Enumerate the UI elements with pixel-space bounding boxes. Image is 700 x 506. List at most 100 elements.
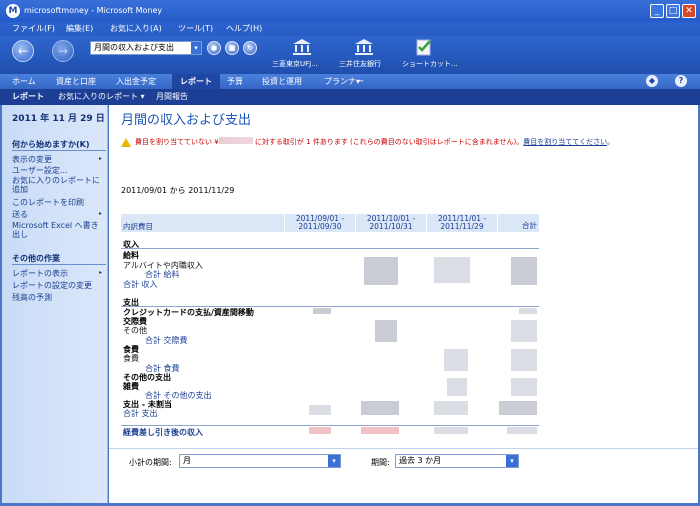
redacted-value (511, 320, 537, 342)
sub-navigation: レポート お気に入りのレポート ▾ 月間報告 (0, 89, 700, 105)
redacted-value (309, 405, 331, 415)
divider (12, 264, 106, 265)
shortcut-mufg[interactable]: 三菱東京UFJ... (272, 59, 318, 69)
subtotal-period-label: 小計の期間: (129, 458, 172, 467)
period-label: 期間: (371, 458, 390, 467)
uncategorized-warning: 費目を割り当てていない ¥ に対する取引が 1 件あります (これらの費目のない… (135, 137, 614, 147)
sidebar-item-show-report[interactable]: レポートの表示 (12, 268, 68, 279)
sidebar-item-forecast[interactable]: 残高の予測 (12, 292, 52, 303)
chevron-down-icon[interactable]: ▾ (506, 455, 518, 467)
go-button[interactable]: ● (207, 41, 221, 55)
warning-icon (121, 138, 131, 147)
redacted-value (434, 401, 468, 415)
shortcut-more[interactable]: ショートカット... (402, 59, 458, 69)
chevron-down-icon[interactable]: ▾ (328, 455, 340, 467)
row-expense-total: 合計 支出 (123, 409, 158, 418)
back-button[interactable]: ← (12, 40, 34, 62)
redacted-value (444, 349, 468, 371)
subnav-reports[interactable]: レポート (12, 89, 44, 105)
sidebar-item-send[interactable]: 送る (12, 209, 28, 220)
sidebar: 2011 年 11 月 29 日 何から始めますか(K) 表示の変更 ▸ ユーザ… (2, 105, 108, 503)
refresh-button[interactable]: ↻ (243, 41, 257, 55)
tab-home[interactable]: ホーム (12, 74, 36, 89)
redacted-value (313, 308, 331, 314)
chevron-right-icon: ▸ (99, 269, 103, 276)
period-select[interactable]: 過去 3 か月 ▾ (395, 454, 519, 468)
address-dropdown-icon[interactable]: ▾ (191, 42, 201, 54)
redacted-value (434, 427, 468, 434)
options-icon[interactable]: ◆ (646, 75, 658, 87)
sidebar-item-export-excel[interactable]: Microsoft Excel へ書き出し (12, 221, 104, 239)
row-social-other: その他 (123, 326, 147, 335)
tab-investing[interactable]: 投資と運用 (262, 74, 302, 89)
chevron-right-icon: ▸ (99, 155, 103, 162)
assign-category-link[interactable]: 費目を割り当ててください (523, 138, 607, 146)
row-social-total: 合計 交際費 (145, 336, 188, 345)
shortcut-smbc[interactable]: 三井住友銀行 (339, 59, 381, 69)
subnav-favorites[interactable]: お気に入りのレポート ▾ (58, 89, 145, 105)
tab-reports[interactable]: レポート (172, 74, 220, 89)
window-title: microsoftmoney - Microsoft Money (24, 6, 163, 15)
redacted-value (507, 427, 537, 434)
warning-prefix: 費目を割り当てていない ¥ (135, 138, 219, 146)
sidebar-item-print[interactable]: このレポートを印刷 (12, 197, 84, 208)
redacted-value (519, 308, 537, 314)
shortcut-checklist-icon[interactable] (414, 37, 434, 57)
sidebar-item-add-favorite[interactable]: お気に入りのレポートに追加 (12, 176, 104, 194)
column-oct: 2011/10/01 - 2011/10/31 (366, 214, 416, 231)
subtotal-period-value: 月 (183, 456, 191, 465)
current-date: 2011 年 11 月 29 日 (12, 114, 105, 124)
sidebar-item-change-view[interactable]: 表示の変更 (12, 154, 52, 165)
redacted-value (361, 427, 399, 434)
subtotal-period-select[interactable]: 月 ▾ (179, 454, 341, 468)
sidebar-item-report-settings[interactable]: レポートの設定の変更 (12, 280, 92, 291)
bank-icon[interactable] (354, 37, 374, 57)
forward-button[interactable]: → (52, 40, 74, 62)
menu-tools[interactable]: ツール(T) (178, 22, 213, 36)
divider (121, 425, 539, 426)
bank-icon[interactable] (292, 37, 312, 57)
chevron-right-icon: ▸ (99, 210, 103, 217)
menu-help[interactable]: ヘルプ(H) (226, 22, 262, 36)
period-value: 過去 3 か月 (399, 456, 442, 465)
divider (12, 150, 106, 151)
planner-dropdown-icon[interactable]: ▾ (356, 74, 360, 89)
address-input[interactable]: 月間の収入および支出 (90, 41, 202, 55)
column-sep: 2011/09/01 - 2011/09/30 (295, 214, 345, 231)
maximize-button[interactable]: □ (666, 4, 680, 18)
menu-file[interactable]: ファイル(F) (12, 22, 55, 36)
tab-budget[interactable]: 予算 (227, 74, 243, 89)
main-tabs: ホーム 資産と口座 入出金予定 レポート 予算 投資と運用 プランナー ▾ (0, 74, 700, 89)
stop-button[interactable]: ■ (225, 41, 239, 55)
redacted-value (511, 257, 537, 285)
page-title: 月間の収入および支出 (121, 113, 252, 128)
menu-favorites[interactable]: お気に入り(A) (110, 22, 162, 36)
report-period: 2011/09/01 から 2011/11/29 (121, 186, 235, 195)
column-total: 合計 (522, 221, 537, 230)
subnav-monthly[interactable]: 月間報告 (156, 89, 188, 105)
redacted-value (361, 401, 399, 415)
divider (121, 248, 539, 249)
redacted-value (511, 378, 537, 396)
money-logo-icon: M (6, 4, 20, 18)
redacted-value (447, 378, 467, 396)
row-income-total: 合計 収入 (123, 280, 158, 289)
redacted-value (309, 427, 331, 434)
minimize-button[interactable]: _ (650, 4, 664, 18)
close-button[interactable]: ✕ (682, 4, 696, 18)
help-icon[interactable]: ? (675, 75, 687, 87)
menu-edit[interactable]: 編集(E) (66, 22, 93, 36)
sidebar-item-customize[interactable]: ユーザー設定... (12, 165, 67, 176)
redacted-value (375, 320, 397, 342)
tab-bills[interactable]: 入出金予定 (116, 74, 156, 89)
redacted-amount (218, 137, 253, 144)
start-heading: 何から始めますか(K) (12, 140, 90, 149)
tab-accounts[interactable]: 資産と口座 (56, 74, 96, 89)
redacted-value (364, 257, 398, 285)
report-pane: 月間の収入および支出 費目を割り当てていない ¥ に対する取引が 1 件あります… (109, 105, 698, 503)
other-tasks-heading: その他の作業 (12, 254, 60, 263)
redacted-value (511, 349, 537, 371)
warning-suffix: 。 (607, 138, 615, 146)
row-food-item: 食費 (123, 354, 139, 363)
redacted-value (434, 257, 470, 283)
